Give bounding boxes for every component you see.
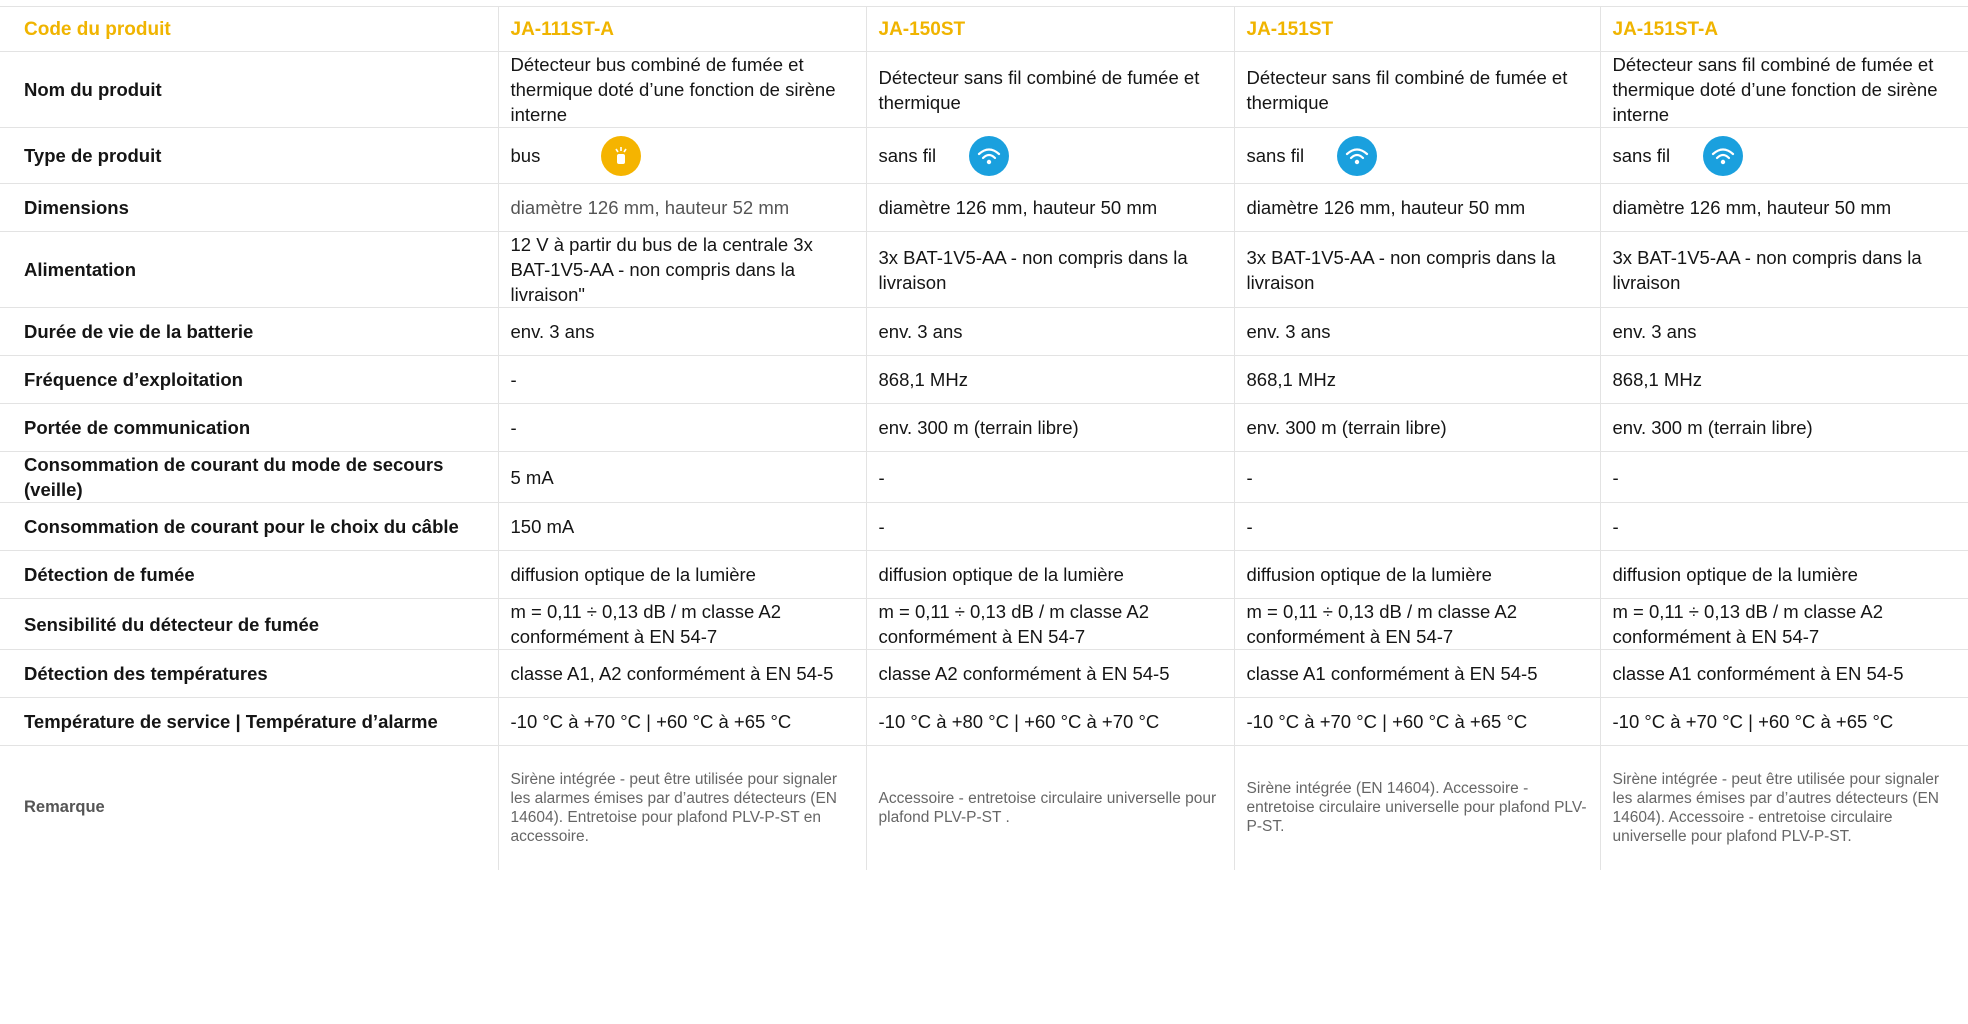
row-label: Durée de vie de la batterie [0,307,498,356]
cell: 868,1 MHz [865,355,1234,404]
cell: diamètre 126 mm, hauteur 50 mm [1599,183,1968,232]
row-standby-current: Consommation de courant du mode de secou… [0,451,1968,503]
row-battery-life: Durée de vie de la batterie env. 3 ans e… [0,307,1968,356]
row-cable-current: Consommation de courant pour le choix du… [0,502,1968,551]
cell: 3x BAT-1V5-AA - non compris dans la livr… [1599,231,1968,308]
row-smoke-detection: Détection de fumée diffusion optique de … [0,550,1968,599]
cell: diffusion optique de la lumière [1599,550,1968,599]
bus-icon [600,135,641,176]
cell: - [497,355,866,404]
row-label: Nom du produit [0,51,498,128]
row-label: Dimensions [0,183,498,232]
cell: diamètre 126 mm, hauteur 52 mm [497,183,866,232]
cell: classe A2 conformément à EN 54-5 [865,649,1234,698]
cell: - [865,502,1234,551]
wireless-icon [968,135,1009,176]
row-label: Consommation de courant pour le choix du… [0,502,498,551]
cell: env. 3 ans [497,307,866,356]
cell: Sirène intégrée - peut être utilisée pou… [497,745,866,870]
cell: classe A1 conformément à EN 54-5 [1233,649,1600,698]
cell: Détecteur sans fil combiné de fumée et t… [1599,51,1968,128]
row-label: Remarque [0,745,498,870]
cell: - [497,403,866,452]
cell: sans fil [1599,127,1968,184]
row-label: Température de service | Température d’a… [0,697,498,746]
cell: diffusion optique de la lumière [497,550,866,599]
cell: classe A1, A2 conformément à EN 54-5 [497,649,866,698]
cell: -10 °C à +80 °C | +60 °C à +70 °C [865,697,1234,746]
type-text: sans fil [1246,145,1305,166]
type-text: sans fil [1612,145,1671,166]
cell: - [1233,451,1600,503]
row-smoke-sensitivity: Sensibilité du détecteur de fumée m = 0,… [0,598,1968,650]
cell: bus [497,127,866,184]
cell: Sirène intégrée (EN 14604). Accessoire -… [1233,745,1600,870]
type-text: sans fil [878,145,937,166]
cell: Sirène intégrée - peut être utilisée pou… [1599,745,1968,870]
cell: env. 300 m (terrain libre) [1233,403,1600,452]
cell: sans fil [865,127,1234,184]
row-power: Alimentation 12 V à partir du bus de la … [0,231,1968,308]
row-product-type: Type de produit bus sans fil sans fil sa… [0,127,1968,184]
row-operating-temperature: Température de service | Température d’a… [0,697,1968,746]
cell: 868,1 MHz [1599,355,1968,404]
cell: env. 300 m (terrain libre) [1599,403,1968,452]
cell: env. 3 ans [1233,307,1600,356]
row-frequency: Fréquence d’exploitation - 868,1 MHz 868… [0,355,1968,404]
row-product-name: Nom du produit Détecteur bus combiné de … [0,51,1968,128]
cell: diamètre 126 mm, hauteur 50 mm [865,183,1234,232]
cell: env. 3 ans [1599,307,1968,356]
cell: Détecteur sans fil combiné de fumée et t… [1233,51,1600,128]
wireless-icon [1336,135,1377,176]
product-code-2: JA-150ST [865,6,1234,52]
cell: m = 0,11 ÷ 0,13 dB / m classe A2 conform… [865,598,1234,650]
cell: m = 0,11 ÷ 0,13 dB / m classe A2 conform… [497,598,866,650]
cell: 3x BAT-1V5-AA - non compris dans la livr… [865,231,1234,308]
row-label: Détection de fumée [0,550,498,599]
cell: -10 °C à +70 °C | +60 °C à +65 °C [497,697,866,746]
row-range: Portée de communication - env. 300 m (te… [0,403,1968,452]
cell: diffusion optique de la lumière [1233,550,1600,599]
header-label: Code du produit [0,6,498,52]
header-row: Code du produit JA-111ST-A JA-150ST JA-1… [0,6,1968,52]
spec-table: Code du produit JA-111ST-A JA-150ST JA-1… [0,6,1968,870]
cell: m = 0,11 ÷ 0,13 dB / m classe A2 conform… [1233,598,1600,650]
row-label: Détection des températures [0,649,498,698]
row-label: Portée de communication [0,403,498,452]
product-code-1: JA-111ST-A [497,6,866,52]
cell: classe A1 conformément à EN 54-5 [1599,649,1968,698]
row-label: Type de produit [0,127,498,184]
cell: Accessoire - entretoise circulaire unive… [865,745,1234,870]
cell: 3x BAT-1V5-AA - non compris dans la livr… [1233,231,1600,308]
type-text: bus [510,145,541,166]
cell: - [1599,451,1968,503]
row-dimensions: Dimensions diamètre 126 mm, hauteur 52 m… [0,183,1968,232]
cell: 150 mA [497,502,866,551]
cell: - [865,451,1234,503]
product-code-3: JA-151ST [1233,6,1600,52]
cell: - [1599,502,1968,551]
row-label: Consommation de courant du mode de secou… [0,451,498,503]
cell: - [1233,502,1600,551]
cell: m = 0,11 ÷ 0,13 dB / m classe A2 conform… [1599,598,1968,650]
cell: diamètre 126 mm, hauteur 50 mm [1233,183,1600,232]
cell: 868,1 MHz [1233,355,1600,404]
row-label: Alimentation [0,231,498,308]
cell: -10 °C à +70 °C | +60 °C à +65 °C [1599,697,1968,746]
row-remark: Remarque Sirène intégrée - peut être uti… [0,745,1968,870]
row-label: Fréquence d’exploitation [0,355,498,404]
cell: env. 300 m (terrain libre) [865,403,1234,452]
row-temperature-detection: Détection des températures classe A1, A2… [0,649,1968,698]
wireless-icon [1702,135,1743,176]
cell: sans fil [1233,127,1600,184]
product-code-4: JA-151ST-A [1599,6,1968,52]
cell: Détecteur sans fil combiné de fumée et t… [865,51,1234,128]
cell: Détecteur bus combiné de fumée et thermi… [497,51,866,128]
cell: env. 3 ans [865,307,1234,356]
cell: 5 mA [497,451,866,503]
cell: -10 °C à +70 °C | +60 °C à +65 °C [1233,697,1600,746]
row-label: Sensibilité du détecteur de fumée [0,598,498,650]
cell: diffusion optique de la lumière [865,550,1234,599]
cell: 12 V à partir du bus de la centrale 3x B… [497,231,866,308]
